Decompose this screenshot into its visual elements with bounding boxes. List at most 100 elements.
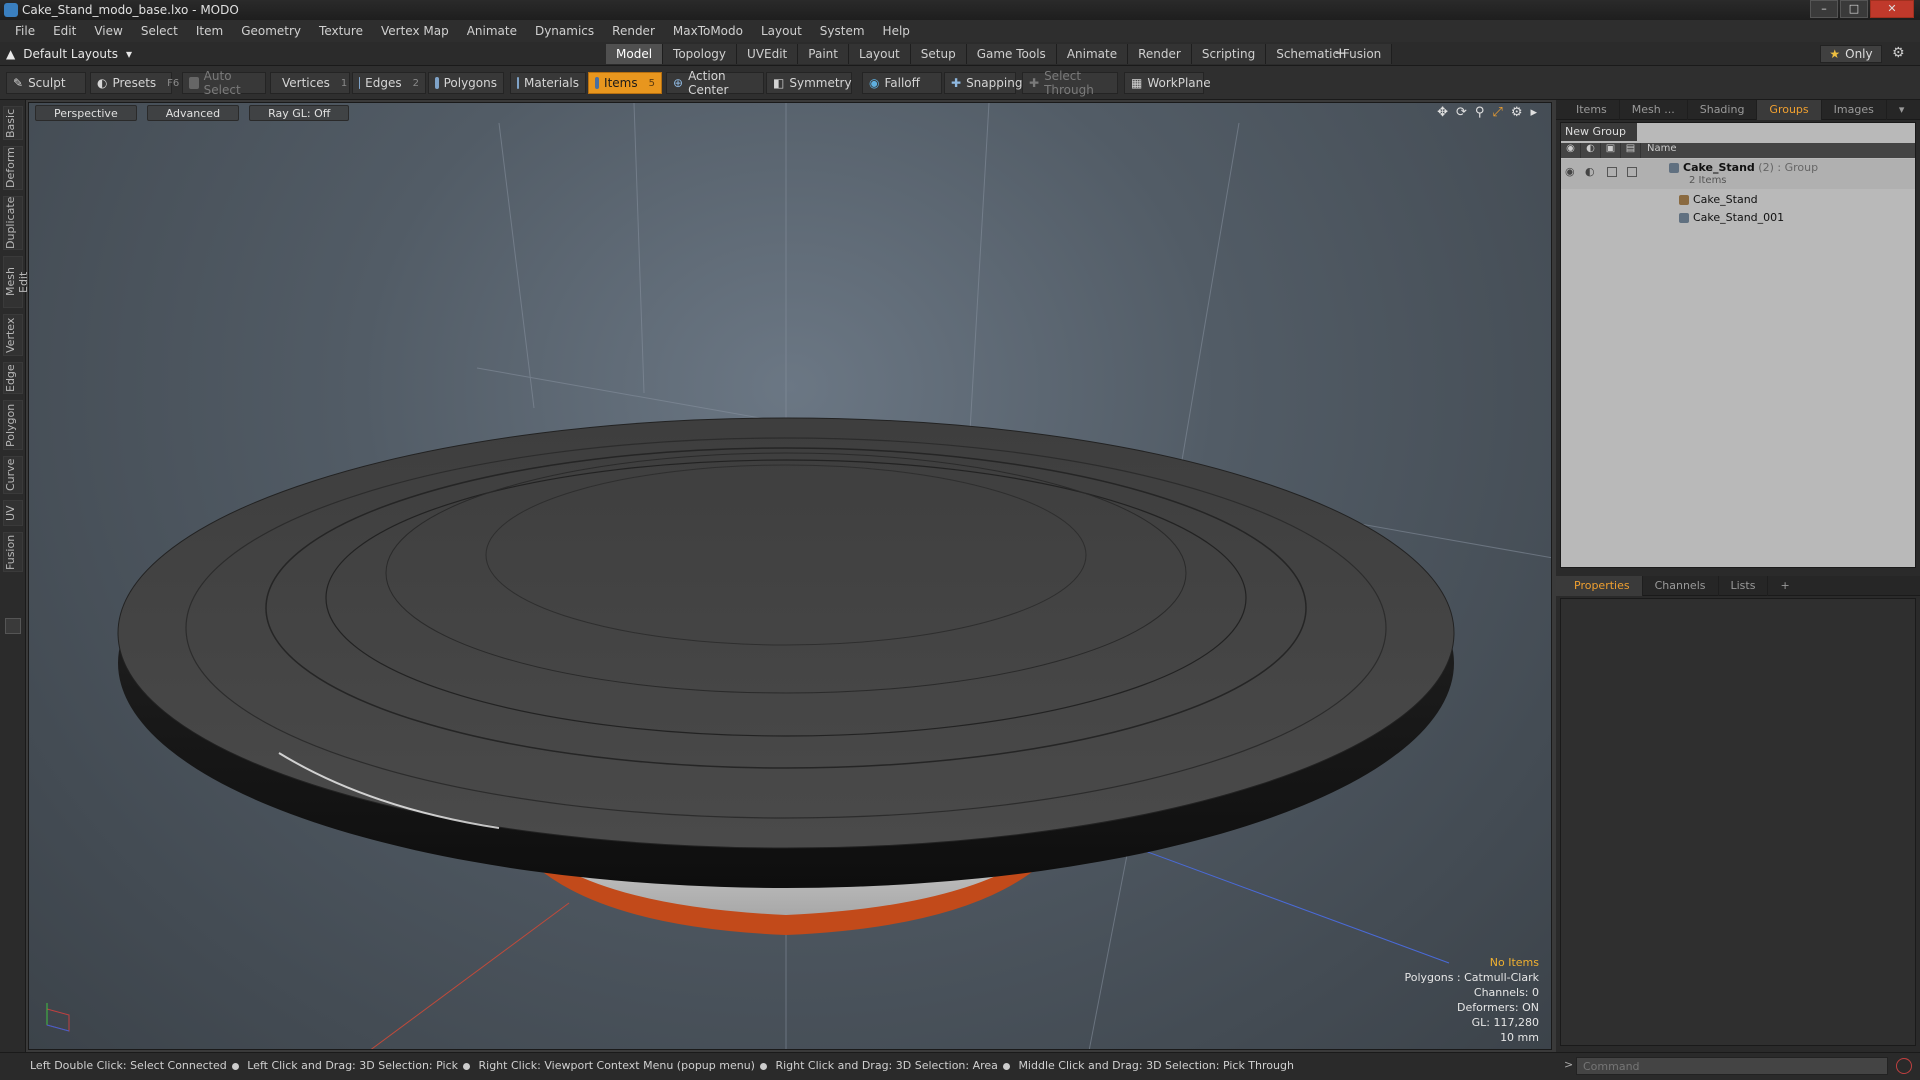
select-through-button[interactable]: ✚ Select Through (1022, 69, 1118, 97)
menu-system[interactable]: System (811, 24, 874, 38)
only-button[interactable]: ★ Only (1820, 45, 1882, 63)
new-group-button[interactable]: New Group (1561, 123, 1637, 141)
menu-render[interactable]: Render (603, 24, 664, 38)
menu-edit[interactable]: Edit (44, 24, 85, 38)
falloff-button[interactable]: ◉ Falloff (862, 72, 942, 94)
edges-button[interactable]: Edges 2 (352, 72, 426, 94)
render-icon[interactable]: ◐ (1585, 165, 1595, 178)
tree-item-row[interactable]: Cake_Stand_001 (1561, 209, 1915, 227)
items-button[interactable]: Items 5 (588, 72, 662, 94)
tab-render[interactable]: Render (1128, 44, 1192, 64)
menu-animate[interactable]: Animate (458, 24, 526, 38)
presets-label: Presets (112, 76, 157, 90)
tab-channels[interactable]: Channels (1643, 576, 1719, 596)
auto-select-button[interactable]: Auto Select (182, 69, 266, 97)
vtab-vertex[interactable]: Vertex (3, 314, 23, 356)
materials-button[interactable]: Materials (510, 72, 586, 94)
fit-view-icon[interactable]: ⤢ (1492, 105, 1502, 120)
groups-list[interactable]: New Group ◉ ◐ ▣ ▤ Name ◉ ◐ Cake_Stand (2… (1560, 122, 1916, 568)
eye-icon[interactable]: ◉ (1565, 165, 1575, 178)
tab-scripting[interactable]: Scripting (1191, 44, 1267, 64)
view-mode-button[interactable]: Perspective (35, 105, 137, 121)
materials-label: Materials (523, 76, 579, 90)
rotate-view-icon[interactable]: ⟳ (1456, 105, 1467, 120)
menu-view[interactable]: View (85, 24, 131, 38)
close-button[interactable]: ✕ (1870, 0, 1914, 18)
vtab-fusion[interactable]: Fusion (3, 532, 23, 572)
viewport-settings-icon[interactable]: ⚙ (1511, 105, 1523, 120)
gear-icon[interactable]: ⚙ (1892, 45, 1905, 61)
tab-layout[interactable]: Layout (848, 44, 911, 64)
vtab-polygon[interactable]: Polygon (3, 400, 23, 450)
polygons-button[interactable]: Polygons (428, 72, 504, 94)
lock-col-icon[interactable]: ▣ (1601, 143, 1621, 158)
maximize-button[interactable]: □ (1840, 0, 1868, 18)
lock-checkbox[interactable] (1607, 167, 1617, 177)
tab-schematic-fusion[interactable]: Schematic Fusion (1266, 44, 1393, 64)
panel-menu-chevron-icon[interactable]: ▾ (1887, 100, 1917, 120)
plate-top (117, 417, 1455, 849)
stop-icon[interactable] (1896, 1058, 1912, 1074)
shading-style-button[interactable]: Advanced (146, 105, 240, 121)
move-view-icon[interactable]: ✥ (1437, 105, 1448, 120)
menu-geometry[interactable]: Geometry (232, 24, 310, 38)
vtab-uv[interactable]: UV (3, 500, 23, 526)
select-through-label: Select Through (1044, 69, 1094, 97)
presets-button[interactable]: ◐ Presets F6 (90, 72, 179, 94)
vertices-button[interactable]: Vertices 1 (270, 72, 350, 94)
vtab-edge[interactable]: Edge (3, 362, 23, 394)
add-tab-button[interactable]: + (1334, 44, 1347, 62)
command-input[interactable] (1576, 1057, 1888, 1075)
vtab-duplicate[interactable]: Duplicate (3, 196, 23, 250)
vtab-deform[interactable]: Deform (3, 146, 23, 190)
tab-images[interactable]: Images (1822, 100, 1887, 120)
vtab-curve[interactable]: Curve (3, 456, 23, 494)
zoom-view-icon[interactable]: ⚲ (1475, 105, 1485, 120)
tab-model[interactable]: Model (606, 44, 664, 64)
tab-setup[interactable]: Setup (910, 44, 967, 64)
action-center-button[interactable]: ⊕ Action Center (666, 69, 764, 97)
menu-layout[interactable]: Layout (752, 24, 811, 38)
tab-uvedit[interactable]: UVEdit (737, 44, 799, 64)
tab-animate[interactable]: Animate (1056, 44, 1129, 64)
menu-help[interactable]: Help (874, 24, 919, 38)
viewport-expand-icon[interactable]: ▸ (1530, 105, 1537, 120)
3d-viewport[interactable]: Perspective Advanced Ray GL: Off ✥ ⟳ ⚲ ⤢… (28, 102, 1552, 1050)
snapping-button[interactable]: ✚ Snapping (944, 72, 1022, 94)
menu-maxtomodo[interactable]: MaxToModo (664, 24, 752, 38)
tree-item-row[interactable]: Cake_Stand (1561, 191, 1915, 209)
menu-vertex-map[interactable]: Vertex Map (372, 24, 458, 38)
render-col-icon[interactable]: ◐ (1581, 143, 1601, 158)
tab-groups[interactable]: Groups (1757, 100, 1822, 120)
menu-select[interactable]: Select (132, 24, 187, 38)
tab-game-tools[interactable]: Game Tools (966, 44, 1057, 64)
tab-lists[interactable]: Lists (1719, 576, 1769, 596)
tab-topology[interactable]: Topology (663, 44, 738, 64)
select-checkbox[interactable] (1627, 167, 1637, 177)
vtab-mesh-edit[interactable]: Mesh Edit (3, 256, 30, 308)
group-row[interactable]: ◉ ◐ Cake_Stand (2) : Group 2 Items (1561, 159, 1915, 189)
tab-properties[interactable]: Properties (1556, 576, 1643, 596)
menu-file[interactable]: File (6, 24, 44, 38)
tab-items[interactable]: Items (1556, 100, 1620, 120)
workplane-button[interactable]: ▦ WorkPlane (1124, 72, 1211, 94)
tree-item-label: Cake_Stand (1693, 193, 1758, 206)
properties-panel[interactable] (1560, 598, 1916, 1046)
select-col-icon[interactable]: ▤ (1621, 143, 1641, 158)
tab-shading[interactable]: Shading (1688, 100, 1758, 120)
symmetry-button[interactable]: ◧ Symmetry (766, 72, 852, 94)
menu-item[interactable]: Item (187, 24, 232, 38)
menu-dynamics[interactable]: Dynamics (526, 24, 603, 38)
vtab-basic[interactable]: Basic (3, 106, 23, 140)
visibility-col-icon[interactable]: ◉ (1561, 143, 1581, 158)
menu-texture[interactable]: Texture (310, 24, 372, 38)
tab-paint[interactable]: Paint (798, 44, 849, 64)
minimize-button[interactable]: – (1810, 0, 1838, 18)
window-title: Cake_Stand_modo_base.lxo - MODO (22, 3, 239, 17)
tab-mesh[interactable]: Mesh ... (1620, 100, 1688, 120)
layout-picker[interactable]: ▲ Default Layouts ▾ (6, 45, 132, 63)
raygl-button[interactable]: Ray GL: Off (249, 105, 350, 121)
strip-toggle-button[interactable] (5, 618, 21, 634)
sculpt-button[interactable]: ✎ Sculpt (6, 72, 86, 94)
add-panel-tab-button[interactable]: + (1768, 576, 1801, 596)
